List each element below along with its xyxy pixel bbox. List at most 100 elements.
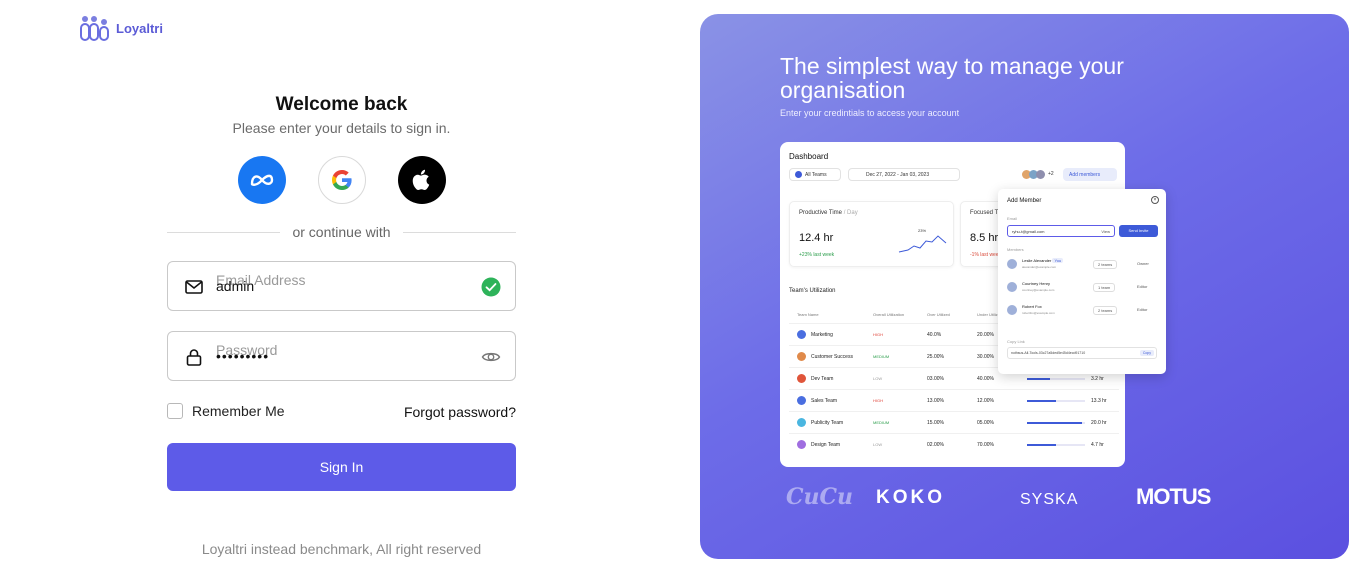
google-login-button[interactable] (318, 156, 366, 204)
email-input[interactable] (216, 278, 466, 294)
over-utilized: 02.00% (927, 442, 944, 448)
team-hours: 3.2 hr (1091, 376, 1104, 382)
team-name: Sales Team (811, 398, 838, 404)
member-role: Owner (1137, 261, 1149, 266)
hero-title: The simplest way to manage your organisa… (780, 53, 1124, 103)
divider-line (167, 231, 281, 233)
copy-button: Copy (1139, 350, 1154, 356)
productive-change: +23% last week (799, 252, 835, 258)
over-utilized: 40.0% (927, 332, 942, 338)
add-member-modal: Add Member × Email ryhu-t@gmail.com View… (998, 189, 1166, 374)
member-email: courtney@example.com (1022, 288, 1055, 292)
team-name: Design Team (811, 442, 841, 448)
under-utilized: 70.00% (977, 442, 994, 448)
priority-flag: MEDIUM (873, 354, 890, 359)
app-name: Loyaltri (116, 20, 163, 36)
priority-flag: MEDIUM (873, 420, 890, 425)
page-subtitle: Please enter your details to sign in. (232, 120, 451, 136)
meta-icon (250, 174, 274, 186)
under-utilized: 05.00% (977, 420, 994, 426)
avatar (1036, 170, 1045, 179)
modal-role: View (1101, 229, 1110, 234)
email-field[interactable]: Email Address (167, 261, 516, 311)
team-hours: 4.7 hr (1091, 442, 1104, 448)
member-name: Leslie Alexander You (1022, 258, 1064, 263)
forgot-password-link[interactable]: Forgot password? (380, 404, 516, 420)
team-avatar (797, 330, 806, 339)
page-title: Welcome back (275, 94, 408, 115)
divider-line (402, 231, 516, 233)
brand-koko: KOKO (876, 487, 945, 508)
focused-change: -1% last wee (970, 252, 999, 258)
password-input[interactable] (216, 348, 466, 364)
copy-link-label: Copy Link (1007, 339, 1025, 344)
member-row: Robert Fox robertfox@example.com 2 teams Ed… (1007, 302, 1157, 320)
send-invite-button: Send Invite (1119, 225, 1158, 237)
team-name: Dev Team (811, 376, 834, 382)
priority-flag: LOW (873, 442, 883, 447)
date-range-label: Dec 27, 2022 - Jan 03, 2023 (866, 171, 930, 178)
copy-link-value: nothsus-All-Tools-03c27a5ded5e45d4ecd917… (1011, 351, 1086, 355)
team-name: Customer Success (811, 354, 853, 360)
productive-sparkline (898, 235, 947, 253)
under-utilized: 30.00% (977, 354, 994, 360)
password-field[interactable]: Password (167, 331, 516, 381)
avatar (1007, 282, 1017, 292)
team-avatar (797, 374, 806, 383)
utilization-bar (1027, 400, 1085, 402)
over-utilized: 03.00% (927, 376, 944, 382)
member-email: alexander@example.com (1022, 265, 1057, 269)
column-header: Over Utilized (927, 312, 950, 317)
member-row: Leslie Alexander You alexander@example.co… (1007, 256, 1157, 274)
table-row: Publicity Team MEDIUM 15.00% 05.00% 20.0 hr (789, 411, 1119, 433)
table-row: Design Team LOW 02.00% 70.00% 4.7 hr (789, 433, 1119, 455)
team-filter-label: All Teams (805, 171, 827, 178)
table-row: Sales Team HIGH 13.00% 12.00% 13.3 hr (789, 389, 1119, 411)
under-utilized: 20.00% (977, 332, 994, 338)
column-header: Team Name (797, 312, 819, 317)
remember-checkbox[interactable] (167, 403, 183, 419)
member-teams: 2 teams (1093, 306, 1118, 315)
member-name: Robert Fox (1022, 304, 1042, 309)
eye-icon[interactable] (481, 347, 501, 372)
modal-email-value: ryhu-t@gmail.com (1012, 229, 1045, 234)
date-range: Dec 27, 2022 - Jan 03, 2023 (848, 168, 960, 181)
over-utilized: 25.00% (927, 354, 944, 360)
productive-label: Productive Time / Day (799, 210, 858, 216)
utilization-bar (1027, 444, 1085, 446)
add-members-pill: Add members (1063, 168, 1117, 181)
footer-text: Loyaltri instead benchmark, All right re… (201, 541, 482, 557)
utilization-bar (1027, 422, 1085, 424)
add-members-label: Add members (1069, 171, 1101, 178)
team-hours: 20.0 hr (1091, 420, 1107, 426)
login-panel: Loyaltri Welcome back Please enter your … (0, 0, 690, 573)
priority-flag: HIGH (873, 398, 883, 403)
members-label: Members (1007, 247, 1024, 252)
team-dot-icon (795, 171, 802, 178)
team-name: Publicity Team (811, 420, 844, 426)
hero-panel: The simplest way to manage your organisa… (700, 14, 1349, 559)
over-utilized: 13.00% (927, 398, 944, 404)
modal-email-input: ryhu-t@gmail.com View (1007, 225, 1115, 237)
member-role: Editor (1137, 284, 1148, 289)
avatar-extra: +2 (1048, 171, 1054, 177)
remember-me[interactable]: Remember Me (167, 403, 285, 419)
focused-value: 8.5 hr (970, 232, 999, 244)
team-hours: 13.3 hr (1091, 398, 1107, 404)
check-circle-icon (481, 277, 501, 302)
column-header: Overall Utilization (873, 312, 905, 317)
productive-card: Productive Time / Day 12.4 hr +23% last … (789, 201, 954, 267)
divider-text: or continue with (292, 224, 391, 240)
brand-motus: MOTUS (1136, 484, 1211, 509)
copy-link-field: nothsus-All-Tools-03c27a5ded5e45d4ecd917… (1007, 347, 1157, 359)
under-utilized: 12.00% (977, 398, 994, 404)
brand-logo: Loyaltri (80, 15, 163, 41)
column-header: Under Utiliz (977, 312, 998, 317)
sign-in-button[interactable]: Sign In (167, 443, 516, 491)
brand-cucu: CuCu (786, 484, 854, 510)
team-avatar (797, 396, 806, 405)
apple-login-button[interactable] (398, 156, 446, 204)
avatar (1007, 259, 1017, 269)
meta-login-button[interactable] (238, 156, 286, 204)
google-icon (332, 170, 352, 190)
